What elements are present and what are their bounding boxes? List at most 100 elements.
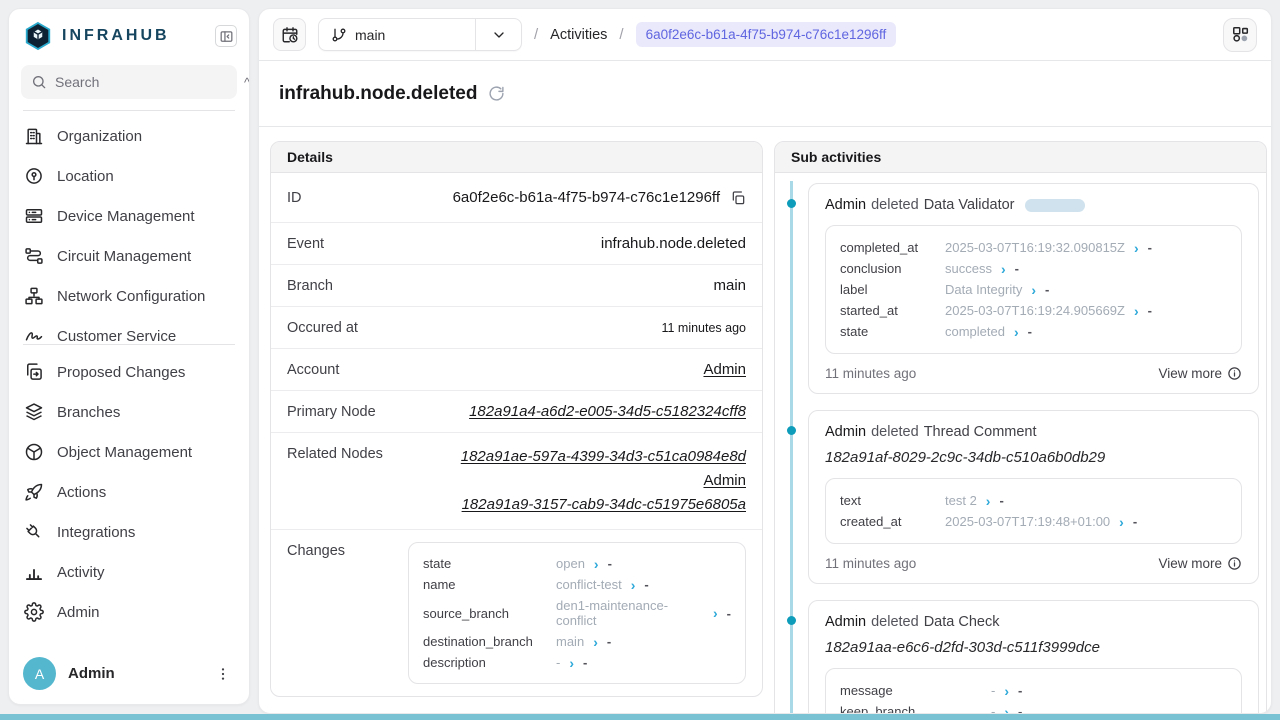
chevron-right-icon: [569, 656, 574, 670]
sidebar-item-customer-service[interactable]: Customer Service: [9, 316, 249, 344]
sidebar-item-network-configuration[interactable]: Network Configuration: [9, 276, 249, 316]
breadcrumb-activity-id[interactable]: 6a0f2e6c-b61a-4f75-b974-c76c1e1296ff: [636, 22, 897, 47]
sidebar-item-proposed-changes[interactable]: Proposed Changes: [9, 352, 249, 392]
changes-box: completed_at 2025-03-07T16:19:32.090815Z…: [825, 225, 1242, 354]
cable-icon: [24, 246, 44, 266]
search-input[interactable]: [55, 74, 236, 90]
sidebar-item-integrations[interactable]: Integrations: [9, 512, 249, 552]
branch-selector[interactable]: main: [318, 18, 522, 51]
chevron-right-icon: [1014, 325, 1019, 339]
building-icon: [24, 126, 44, 146]
related-node-link[interactable]: 182a91ae-597a-4399-34d3-c51ca0984e8d: [461, 448, 746, 465]
detail-row-changes: Changes state open - name conflict-test …: [271, 530, 762, 696]
chevron-down-icon: [491, 27, 507, 43]
copy-button[interactable]: [730, 190, 746, 206]
user-menu-button[interactable]: [211, 662, 235, 686]
change-row: destination_branch main -: [423, 631, 731, 652]
sidebar-item-object-management[interactable]: Object Management: [9, 432, 249, 472]
change-row: completed_at 2025-03-07T16:19:32.090815Z…: [840, 237, 1227, 258]
schema-button[interactable]: [1223, 18, 1257, 52]
change-row: description - -: [423, 652, 731, 673]
sidebar-nav-secondary: Proposed Changes Branches Object Managem…: [9, 345, 249, 632]
sidebar-item-label: Activity: [57, 564, 105, 581]
change-row: name conflict-test -: [423, 574, 731, 595]
sidebar-item-activity[interactable]: Activity: [9, 552, 249, 592]
infrahub-logo-icon: [23, 21, 53, 51]
breadcrumb-activities[interactable]: Activities: [550, 27, 607, 43]
primary-node-link[interactable]: 182a91a4-a6d2-e005-34d5-c5182324cff8: [469, 403, 746, 420]
view-more-link[interactable]: View more: [1158, 366, 1242, 381]
chevron-right-icon: [593, 635, 598, 649]
chevron-right-icon: [986, 494, 991, 508]
loading-placeholder: [1025, 199, 1085, 212]
refresh-button[interactable]: [488, 85, 505, 102]
sidebar-collapse-button[interactable]: [215, 25, 237, 47]
search-box[interactable]: ^K: [21, 65, 237, 99]
bottom-accent-strip: [0, 714, 1280, 720]
detail-branch-value: main: [713, 277, 746, 294]
change-row: keep_branch - -: [840, 701, 1227, 714]
chevron-right-icon: [713, 606, 718, 620]
kebab-icon: [215, 666, 231, 682]
sidebar-item-label: Customer Service: [57, 328, 176, 345]
branch-selector-value: main: [319, 19, 475, 50]
activity-title: Admin deleted Thread Comment: [825, 424, 1242, 440]
branch-selector-caret[interactable]: [475, 19, 521, 50]
sidebar-item-label: Integrations: [57, 524, 135, 541]
sidebar-item-circuit-management[interactable]: Circuit Management: [9, 236, 249, 276]
sidebar-item-branches[interactable]: Branches: [9, 392, 249, 432]
chevron-right-icon: [1004, 705, 1009, 715]
change-row: created_at 2025-03-07T17:19:48+01:00 -: [840, 511, 1227, 532]
topbar: main / Activities / 6a0f2e6c-b61a-4f75-b…: [259, 9, 1271, 61]
sidebar-item-device-management[interactable]: Device Management: [9, 196, 249, 236]
view-more-link[interactable]: View more: [1158, 556, 1242, 571]
time-travel-button[interactable]: [273, 18, 306, 51]
activity-time: 11 minutes ago: [825, 366, 916, 381]
rocket-icon: [24, 482, 44, 502]
sidebar-item-admin[interactable]: Admin: [9, 592, 249, 632]
avatar: A: [23, 657, 56, 690]
chevron-right-icon: [1119, 515, 1124, 529]
change-row: started_at 2025-03-07T16:19:24.905669Z -: [840, 300, 1227, 321]
scribble-icon: [24, 326, 44, 344]
breadcrumb-separator: /: [619, 26, 623, 43]
sidebar-item-location[interactable]: Location: [9, 156, 249, 196]
branch-label: main: [355, 27, 385, 43]
logo-row: INFRAHUB: [9, 9, 249, 57]
related-node-link[interactable]: 182a91a9-3157-cab9-34dc-c51975e6805a: [462, 496, 746, 513]
user-name: Admin: [68, 665, 199, 682]
sidebar-item-label: Network Configuration: [57, 288, 205, 305]
detail-row-occured-at: Occured at 11 minutes ago: [271, 307, 762, 349]
activity-card: Admin deleted Data Validator completed_a…: [808, 183, 1259, 394]
related-node-link[interactable]: Admin: [703, 472, 746, 489]
chevron-right-icon: [1004, 684, 1009, 698]
sidebar-item-organization[interactable]: Organization: [9, 116, 249, 156]
details-header: Details: [271, 142, 762, 173]
change-row: message - -: [840, 680, 1227, 701]
details-panel: Details ID 6a0f2e6c-b61a-4f75-b974-c76c1…: [270, 141, 763, 697]
map-pin-icon: [24, 166, 44, 186]
activity-title: Admin deleted Data Check: [825, 614, 1242, 630]
change-row: label Data Integrity -: [840, 279, 1227, 300]
change-row: conclusion success -: [840, 258, 1227, 279]
activity-node-id: 182a91aa-e6c6-d2fd-303d-c511f3999dce: [825, 639, 1242, 656]
account-link[interactable]: Admin: [703, 361, 746, 378]
sidebar-item-label: Actions: [57, 484, 106, 501]
change-row: source_branch den1-maintenance-conflict …: [423, 595, 731, 631]
sidebar-item-actions[interactable]: Actions: [9, 472, 249, 512]
sidebar-item-label: Organization: [57, 128, 142, 145]
search-icon: [31, 74, 47, 90]
info-icon: [1227, 556, 1242, 571]
activity-card: Admin deleted Data Check 182a91aa-e6c6-d…: [808, 600, 1259, 714]
activity-title: Admin deleted Data Validator: [825, 197, 1242, 213]
detail-row-account: Account Admin: [271, 349, 762, 391]
activity-footer: 11 minutes ago View more: [825, 366, 1242, 381]
git-branch-icon: [331, 27, 347, 43]
server-icon: [24, 206, 44, 226]
detail-occured-value: 11 minutes ago: [661, 321, 746, 335]
sidebar: INFRAHUB ^K Organizati: [8, 8, 250, 705]
calendar-clock-icon: [281, 26, 299, 44]
search-shortcut: ^K: [244, 75, 250, 90]
changes-box: message - - keep_branch - - enrich: [825, 668, 1242, 714]
activity-node-id: 182a91af-8029-2c9c-34db-c510a6b0db29: [825, 449, 1242, 466]
